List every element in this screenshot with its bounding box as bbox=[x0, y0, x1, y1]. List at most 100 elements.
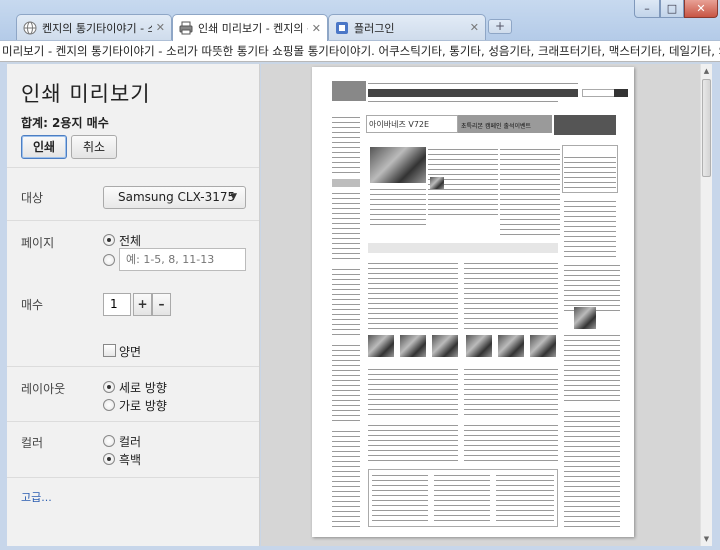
maximize-button[interactable]: □ bbox=[660, 0, 684, 18]
banner-right-text: 초특리본 캠페인 출석이벤트 bbox=[461, 123, 532, 130]
layout-label: 레이아웃 bbox=[21, 382, 66, 396]
close-icon[interactable]: ✕ bbox=[470, 21, 479, 34]
sheet-total: 합계: 2용지 매수 bbox=[21, 116, 109, 130]
destination-label: 대상 bbox=[21, 191, 44, 205]
banner-middle: 초특리본 캠페인 출석이벤트 bbox=[458, 115, 552, 133]
advanced-settings-link[interactable]: 고급... bbox=[21, 489, 52, 505]
bottom-list bbox=[496, 473, 554, 523]
print-preview-title: 인쇄 미리보기 bbox=[21, 82, 151, 106]
tab-plugins[interactable]: 플러그인 ✕ bbox=[328, 14, 486, 40]
close-icon[interactable]: ✕ bbox=[312, 22, 321, 35]
featured-photo bbox=[370, 147, 426, 183]
print-preview-area: 아이바네즈 V72E 초특리본 캠페인 출석이벤트 bbox=[261, 64, 700, 546]
chevron-down-icon: ▼ bbox=[230, 192, 237, 202]
board-list bbox=[464, 367, 558, 417]
gallery-photo bbox=[530, 335, 556, 357]
pages-range-input[interactable] bbox=[119, 248, 246, 271]
gallery-photo bbox=[466, 335, 492, 357]
gallery-photo bbox=[368, 335, 394, 357]
ad-strip bbox=[368, 243, 558, 253]
close-icon[interactable]: ✕ bbox=[156, 21, 165, 34]
divider bbox=[7, 167, 259, 168]
board-list bbox=[464, 423, 558, 463]
left-menu bbox=[332, 115, 360, 175]
color-label: 컬러 bbox=[21, 436, 44, 450]
bottom-list bbox=[434, 473, 490, 523]
duplex-label: 양면 bbox=[119, 345, 142, 359]
tab-kenji-guitar[interactable]: 켄지의 통기타이야기 - 소리 ✕ bbox=[16, 14, 172, 40]
right-list bbox=[564, 263, 620, 313]
pages-all-label: 전체 bbox=[119, 234, 142, 248]
left-menu bbox=[332, 343, 360, 423]
new-tab-button[interactable]: + bbox=[488, 19, 512, 34]
copies-increment-button[interactable]: + bbox=[133, 293, 152, 316]
duplex-checkbox[interactable] bbox=[103, 344, 116, 357]
color-radio[interactable] bbox=[103, 435, 115, 447]
scrollbar-thumb[interactable] bbox=[702, 79, 711, 177]
gallery-photo bbox=[498, 335, 524, 357]
divider bbox=[7, 477, 259, 478]
printer-icon bbox=[179, 21, 193, 35]
tab-label: 켄지의 통기타이야기 - 소리 bbox=[42, 21, 152, 35]
pages-label: 페이지 bbox=[21, 236, 55, 250]
page-title: 미리보기 - 켄지의 통기타이야기 - 소리가 따뜻한 통기타 쇼핑몰 통기타이… bbox=[0, 40, 720, 62]
divider bbox=[7, 421, 259, 422]
window-frame-left bbox=[0, 62, 7, 550]
preview-scrollbar[interactable]: ▲ ▼ bbox=[700, 64, 712, 546]
site-logo bbox=[332, 81, 366, 101]
board-list bbox=[368, 423, 458, 463]
cancel-button[interactable]: 취소 bbox=[71, 135, 117, 159]
left-menu bbox=[332, 191, 360, 261]
left-menu bbox=[332, 429, 360, 529]
landscape-radio[interactable] bbox=[103, 399, 115, 411]
board-list bbox=[368, 261, 458, 331]
pages-all-radio[interactable] bbox=[103, 234, 115, 246]
ucc-list bbox=[564, 155, 616, 191]
article-list bbox=[370, 187, 426, 227]
close-window-button[interactable]: ✕ bbox=[684, 0, 718, 18]
destination-select[interactable]: Samsung CLX-3175 ▼ bbox=[103, 186, 246, 209]
color-option-label: 컬러 bbox=[119, 435, 142, 449]
banner-left: 아이바네즈 V72E bbox=[366, 115, 458, 133]
sub-links bbox=[368, 99, 558, 104]
article-list bbox=[500, 147, 560, 237]
banner-right bbox=[554, 115, 616, 135]
banner-text: 아이바네즈 V72E bbox=[369, 120, 430, 129]
tab-print-preview[interactable]: 인쇄 미리보기 - 켄지의 통 ✕ bbox=[172, 14, 328, 41]
destination-value: Samsung CLX-3175 bbox=[118, 190, 236, 204]
portrait-radio[interactable] bbox=[103, 381, 115, 393]
left-menu-block bbox=[332, 179, 360, 187]
portrait-label: 세로 방향 bbox=[119, 381, 167, 395]
bottom-list bbox=[372, 473, 428, 523]
landscape-label: 가로 방향 bbox=[119, 399, 167, 413]
right-list bbox=[564, 409, 620, 527]
right-list bbox=[564, 333, 620, 403]
scroll-up-icon[interactable]: ▲ bbox=[701, 64, 712, 78]
pages-range-radio[interactable] bbox=[103, 254, 115, 266]
board-list bbox=[464, 261, 558, 331]
copies-decrement-button[interactable]: – bbox=[152, 293, 171, 316]
print-button[interactable]: 인쇄 bbox=[21, 135, 67, 159]
print-settings-panel: 인쇄 미리보기 합계: 2용지 매수 인쇄 취소 대상 Samsung CLX-… bbox=[7, 64, 260, 546]
right-list bbox=[564, 199, 616, 259]
gallery-photo bbox=[432, 335, 458, 357]
window-frame-right bbox=[712, 62, 720, 550]
search-button bbox=[614, 89, 628, 97]
board-list bbox=[368, 367, 458, 417]
divider bbox=[7, 220, 259, 221]
gallery-photo bbox=[400, 335, 426, 357]
gallery-photo bbox=[574, 307, 596, 329]
preview-page[interactable]: 아이바네즈 V72E 초특리본 캠페인 출석이벤트 bbox=[312, 67, 634, 537]
scroll-down-icon[interactable]: ▼ bbox=[701, 532, 712, 546]
thumb-photo bbox=[430, 177, 444, 189]
puzzle-icon bbox=[336, 21, 348, 34]
black-white-radio[interactable] bbox=[103, 453, 115, 465]
globe-icon bbox=[23, 21, 37, 34]
tab-label: 인쇄 미리보기 - 켄지의 통 bbox=[198, 22, 308, 35]
tab-label: 플러그인 bbox=[354, 21, 395, 35]
left-menu bbox=[332, 267, 360, 337]
copies-input[interactable]: 1 bbox=[103, 293, 131, 316]
minimize-button[interactable]: – bbox=[634, 0, 660, 18]
divider bbox=[7, 366, 259, 367]
copies-label: 매수 bbox=[21, 298, 44, 312]
